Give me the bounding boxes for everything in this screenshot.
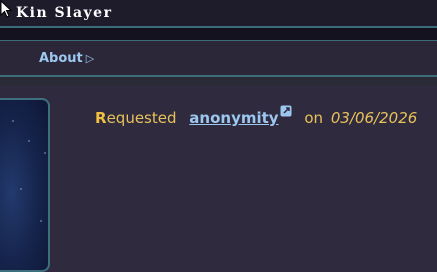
star-dot	[44, 152, 46, 154]
window-title: Kin Slayer	[16, 5, 113, 21]
request-entry: Requested anonymity on 03/06/2026	[95, 105, 417, 127]
star-dot	[12, 120, 14, 122]
nav-underline-strip	[0, 77, 437, 86]
on-label: on	[304, 109, 324, 127]
side-image-card	[0, 98, 50, 272]
play-triangle-icon: ▷	[85, 52, 95, 65]
nav-bar: About ▷	[0, 41, 437, 77]
star-dot	[40, 220, 42, 222]
star-dot	[20, 188, 22, 190]
requested-word: equested	[106, 109, 177, 127]
external-link-icon[interactable]	[280, 105, 292, 117]
mouse-cursor-icon	[0, 0, 13, 18]
window-titlebar: Kin Slayer	[0, 0, 437, 28]
nav-about-link[interactable]: About ▷	[39, 51, 94, 66]
header-band	[0, 28, 437, 41]
request-date: 03/06/2026	[330, 109, 418, 127]
star-dot	[28, 140, 30, 142]
nav-about-label: About	[39, 51, 83, 66]
requested-initial: R	[95, 109, 107, 127]
username-link[interactable]: anonymity	[189, 109, 278, 127]
